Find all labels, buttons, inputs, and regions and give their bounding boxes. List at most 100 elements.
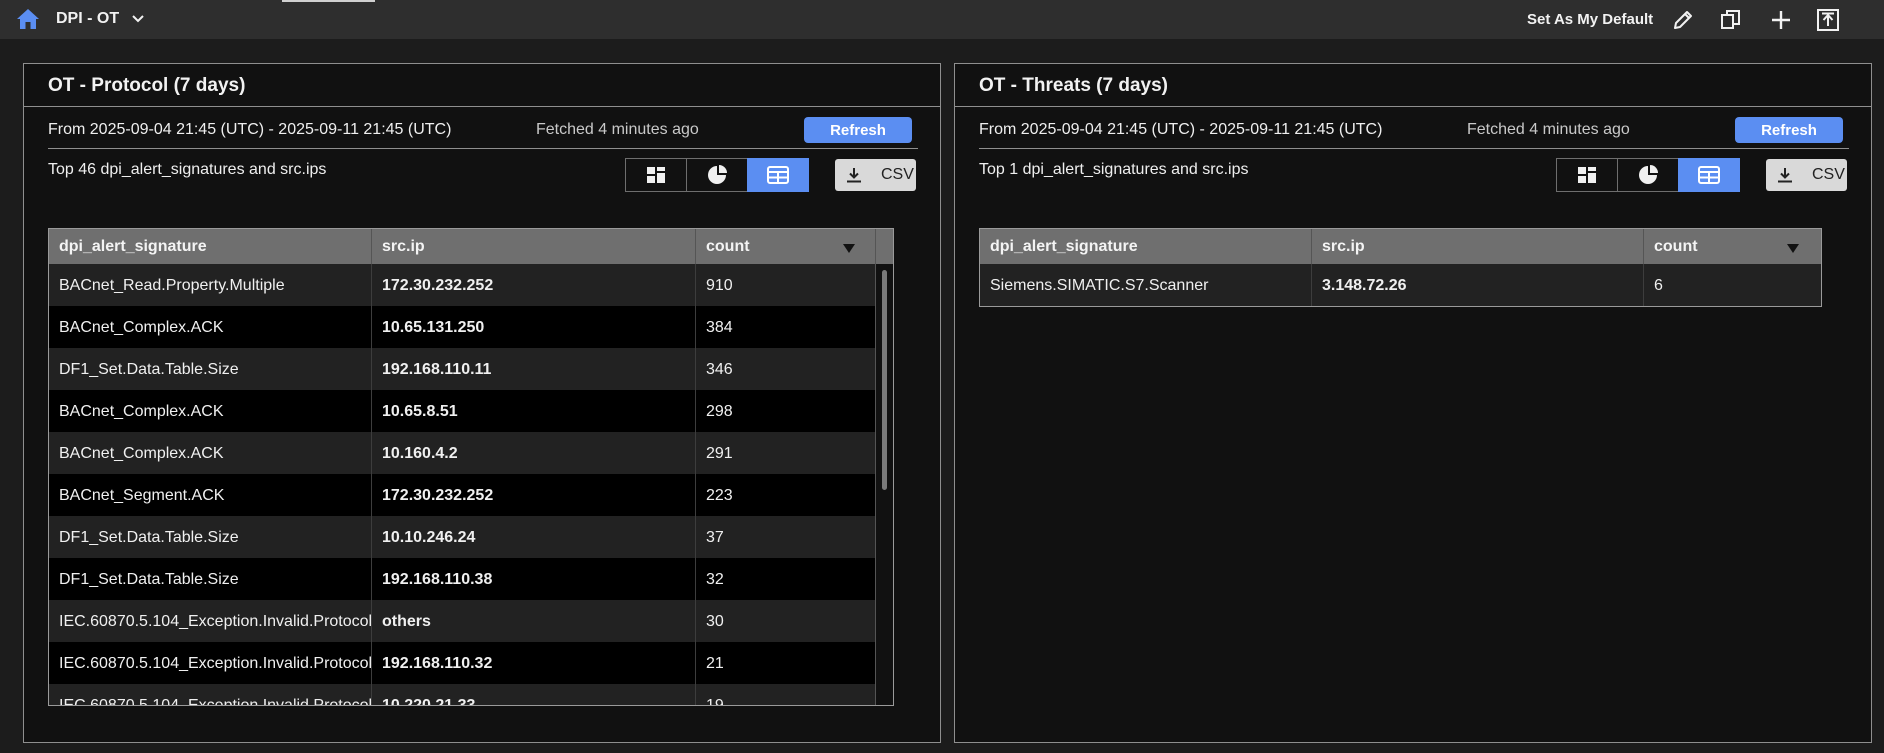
signature-cell: IEC.60870.5.104_Exception.Invalid.Protoc… <box>49 684 372 705</box>
top-n-label: Top 1 dpi_alert_signatures and src.ips <box>979 161 1249 178</box>
signature-cell: DF1_Set.Data.Table.Size <box>49 558 372 600</box>
divider <box>48 148 918 149</box>
chevron-down-icon[interactable] <box>130 11 146 27</box>
count-cell: 291 <box>706 445 733 462</box>
grid-view-button[interactable] <box>625 158 687 192</box>
divider <box>24 106 940 107</box>
pie-view-button[interactable] <box>686 158 748 192</box>
panel-title: OT - Protocol (7 days) <box>48 75 246 96</box>
signature-cell: Siemens.SIMATIC.S7.Scanner <box>980 264 1312 306</box>
src-ip-cell: 10.65.8.51 <box>372 390 696 432</box>
signature-cell: DF1_Set.Data.Table.Size <box>49 516 372 558</box>
header-filler <box>875 229 893 264</box>
plus-icon[interactable] <box>1768 7 1794 33</box>
table-row[interactable]: BACnet_Read.Property.Multiple 172.30.232.… <box>49 264 877 306</box>
signature-cell: BACnet_Segment.ACK <box>49 474 372 516</box>
table-row[interactable]: Siemens.SIMATIC.S7.Scanner 3.148.72.26 6 <box>980 264 1821 306</box>
results-table: dpi_alert_signature src.ip count BACnet_… <box>48 228 894 706</box>
src-ip-cell: 10.220.21.33 <box>372 684 696 705</box>
column-header-count[interactable]: count <box>1644 229 1821 264</box>
signature-cell: DF1_Set.Data.Table.Size <box>49 348 372 390</box>
column-header-label: count <box>706 238 750 255</box>
count-cell: 21 <box>706 655 724 672</box>
table-row[interactable]: BACnet_Complex.ACK 10.65.131.250 384 <box>49 306 877 348</box>
table-row[interactable]: BACnet_Complex.ACK 10.160.4.2 291 <box>49 432 877 474</box>
scrollbar-thumb[interactable] <box>882 270 887 490</box>
divider <box>955 106 1871 107</box>
table-row[interactable]: DF1_Set.Data.Table.Size 10.10.246.24 37 <box>49 516 877 558</box>
time-range-label: From 2025-09-04 21:45 (UTC) - 2025-09-11… <box>979 121 1383 138</box>
top-n-label: Top 46 dpi_alert_signatures and src.ips <box>48 161 327 178</box>
grid-view-button[interactable] <box>1556 158 1618 192</box>
table-row[interactable]: IEC.60870.5.104_Exception.Invalid.Protoc… <box>49 600 877 642</box>
signature-cell: BACnet_Complex.ACK <box>49 432 372 474</box>
table-icon <box>1698 166 1720 184</box>
pencil-icon[interactable] <box>1670 7 1696 33</box>
table-icon <box>767 166 789 184</box>
table-header: dpi_alert_signature src.ip count <box>980 229 1821 264</box>
column-header-src-ip[interactable]: src.ip <box>372 229 696 264</box>
download-icon <box>1778 168 1792 183</box>
grid-icon <box>647 167 665 183</box>
signature-cell: BACnet_Complex.ACK <box>49 306 372 348</box>
refresh-button[interactable]: Refresh <box>1735 117 1843 143</box>
src-ip-cell: 10.65.131.250 <box>372 306 696 348</box>
table-view-button[interactable] <box>1678 158 1740 192</box>
grid-icon <box>1578 167 1596 183</box>
count-cell: 37 <box>706 529 724 546</box>
csv-label: CSV <box>881 166 914 183</box>
src-ip-cell: 172.30.232.252 <box>372 474 696 516</box>
src-ip-cell: 192.168.110.11 <box>372 348 696 390</box>
csv-download-button[interactable]: CSV <box>1766 159 1847 191</box>
count-cell: 6 <box>1654 277 1663 294</box>
fetched-status: Fetched 4 minutes ago <box>536 121 699 138</box>
refresh-button[interactable]: Refresh <box>804 117 912 143</box>
column-header-label: count <box>1654 238 1698 255</box>
table-row[interactable]: IEC.60870.5.104_Exception.Invalid.Protoc… <box>49 642 877 684</box>
pie-view-button[interactable] <box>1617 158 1679 192</box>
table-row[interactable]: DF1_Set.Data.Table.Size 192.168.110.38 32 <box>49 558 877 600</box>
src-ip-cell: 192.168.110.38 <box>372 558 696 600</box>
count-cell: 910 <box>706 277 733 294</box>
table-row[interactable]: BACnet_Segment.ACK 172.30.232.252 223 <box>49 474 877 516</box>
download-icon <box>847 168 861 183</box>
signature-cell: IEC.60870.5.104_Exception.Invalid.Protoc… <box>49 642 372 684</box>
src-ip-cell: 172.30.232.252 <box>372 264 696 306</box>
column-header-signature[interactable]: dpi_alert_signature <box>980 229 1312 264</box>
table-row[interactable]: DF1_Set.Data.Table.Size 192.168.110.11 346 <box>49 348 877 390</box>
home-icon[interactable] <box>15 7 41 31</box>
panel-ot-threats: OT - Threats (7 days) From 2025-09-04 21… <box>954 63 1872 743</box>
set-as-default-button[interactable]: Set As My Default <box>1527 11 1653 28</box>
signature-cell: BACnet_Complex.ACK <box>49 390 372 432</box>
signature-cell: IEC.60870.5.104_Exception.Invalid.Protoc… <box>49 600 372 642</box>
results-table: dpi_alert_signature src.ip count Siemens… <box>979 228 1822 307</box>
src-ip-cell: 3.148.72.26 <box>1312 264 1644 306</box>
table-header: dpi_alert_signature src.ip count <box>49 229 877 264</box>
vertical-scrollbar[interactable] <box>875 264 893 705</box>
active-tab-indicator <box>282 0 375 2</box>
table-view-button[interactable] <box>747 158 809 192</box>
dashboard-title[interactable]: DPI - OT <box>56 10 119 28</box>
count-cell: 384 <box>706 319 733 336</box>
column-header-signature[interactable]: dpi_alert_signature <box>49 229 372 264</box>
count-cell: 223 <box>706 487 733 504</box>
panel-ot-protocol: OT - Protocol (7 days) From 2025-09-04 2… <box>23 63 941 743</box>
pie-chart-icon <box>708 165 727 184</box>
copy-icon[interactable] <box>1718 7 1744 33</box>
column-header-src-ip[interactable]: src.ip <box>1312 229 1644 264</box>
view-toggle-group <box>625 158 809 192</box>
column-header-count[interactable]: count <box>696 229 877 264</box>
src-ip-cell: 10.10.246.24 <box>372 516 696 558</box>
sort-desc-icon[interactable] <box>1787 244 1799 253</box>
count-cell: 298 <box>706 403 733 420</box>
fetched-status: Fetched 4 minutes ago <box>1467 121 1630 138</box>
csv-download-button[interactable]: CSV <box>835 159 916 191</box>
sort-desc-icon[interactable] <box>843 244 855 253</box>
table-body: Siemens.SIMATIC.S7.Scanner 3.148.72.26 6 <box>980 264 1821 306</box>
upload-icon[interactable] <box>1815 7 1841 33</box>
table-row[interactable]: BACnet_Complex.ACK 10.65.8.51 298 <box>49 390 877 432</box>
count-cell: 32 <box>706 571 724 588</box>
divider <box>979 148 1849 149</box>
table-row[interactable]: IEC.60870.5.104_Exception.Invalid.Protoc… <box>49 684 877 705</box>
panel-title: OT - Threats (7 days) <box>979 75 1168 96</box>
